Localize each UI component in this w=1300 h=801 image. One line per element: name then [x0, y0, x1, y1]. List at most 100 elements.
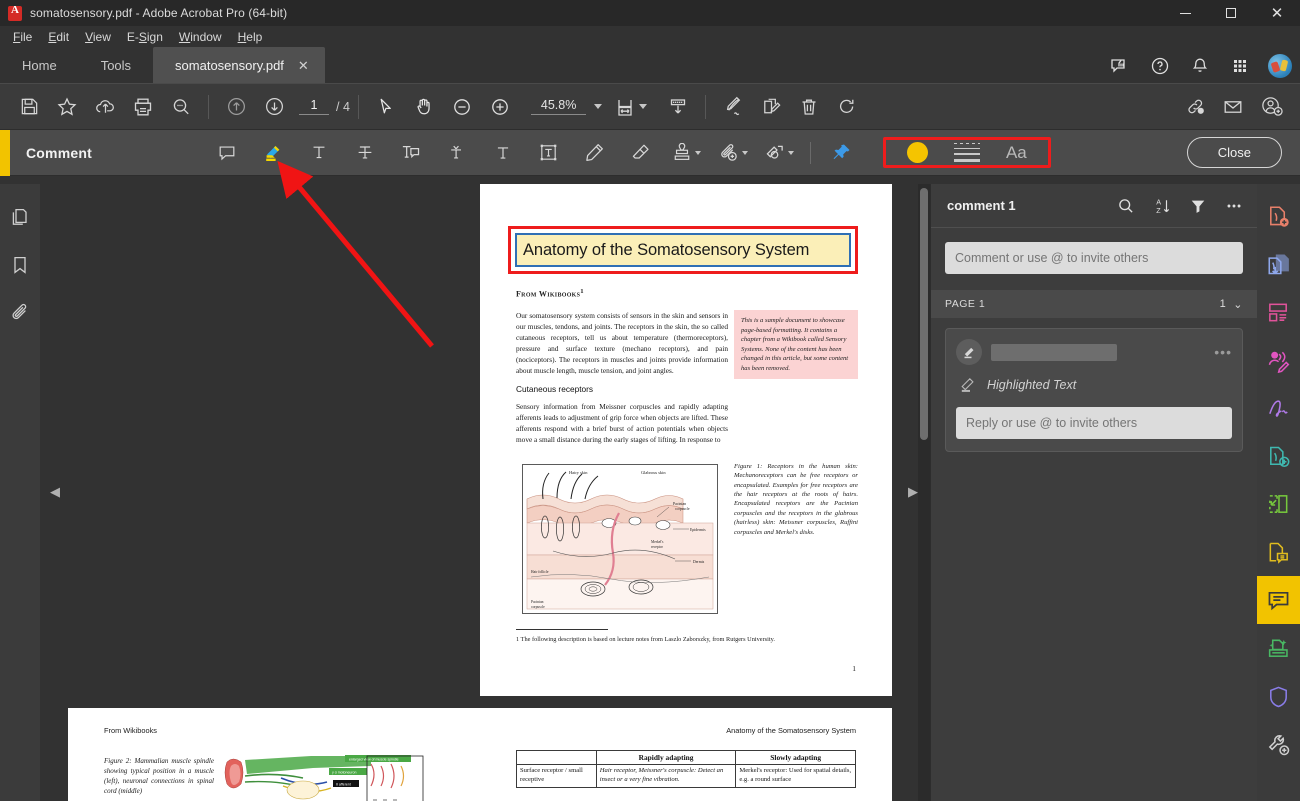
previous-page-icon[interactable]: [217, 88, 255, 126]
pin-toolbar-icon[interactable]: [819, 133, 865, 173]
organize-pages-icon[interactable]: [1257, 288, 1300, 336]
text-box-icon[interactable]: [526, 133, 572, 173]
chevron-down-icon[interactable]: [594, 104, 603, 109]
pdf-page-2-right[interactable]: Anatomy of the Somatosensory System Rapi…: [480, 708, 892, 801]
bookmarks-icon[interactable]: [3, 248, 37, 282]
menu-help[interactable]: Help: [231, 28, 270, 46]
comment-card[interactable]: ••• Highlighted Text: [945, 328, 1243, 452]
scroll-mode-icon[interactable]: [659, 88, 697, 126]
crop-pages-icon[interactable]: [1257, 480, 1300, 528]
search-comments-icon[interactable]: [1115, 195, 1137, 217]
close-comment-toolbar-button[interactable]: Close: [1186, 137, 1282, 168]
share-link-icon[interactable]: [1176, 88, 1214, 126]
comment-card-more-icon[interactable]: •••: [1214, 344, 1232, 360]
print-icon[interactable]: [124, 88, 162, 126]
comment-page-group-header[interactable]: PAGE 1 1 ⌄: [931, 290, 1257, 318]
viewer-scrollbar-thumb[interactable]: [920, 188, 928, 440]
sort-comments-icon[interactable]: A Z: [1151, 195, 1173, 217]
menu-esign[interactable]: E-Sign: [120, 28, 170, 46]
pdf-page-2-left[interactable]: From Wikibooks Figure 2: Mammalian muscl…: [68, 708, 480, 801]
drawing-chevron-icon[interactable]: [787, 150, 794, 155]
attachments-icon[interactable]: [3, 296, 37, 330]
tab-home[interactable]: Home: [0, 47, 79, 83]
add-note-to-replace-text-icon[interactable]: [388, 133, 434, 173]
help-icon[interactable]: [1148, 54, 1172, 78]
menu-view[interactable]: View: [78, 28, 118, 46]
sticky-note-icon[interactable]: [204, 133, 250, 173]
select-cursor-icon[interactable]: [367, 88, 405, 126]
zoom-control[interactable]: 45.8%: [530, 98, 603, 115]
chevron-down-icon[interactable]: ⌄: [1233, 298, 1243, 311]
menu-window[interactable]: Window: [172, 28, 229, 46]
underline-text-icon[interactable]: [296, 133, 342, 173]
feedback-icon[interactable]: [1108, 54, 1132, 78]
hand-tool-icon[interactable]: [405, 88, 443, 126]
new-comment-input[interactable]: [945, 242, 1243, 274]
draw-free-form-icon[interactable]: [572, 133, 618, 173]
comment-reply-input[interactable]: [956, 407, 1232, 439]
zoom-in-icon[interactable]: [481, 88, 519, 126]
create-pdf-icon[interactable]: [1257, 192, 1300, 240]
close-window-button[interactable]: ✕: [1254, 0, 1300, 26]
add-comment-page-icon[interactable]: [1257, 528, 1300, 576]
attach-chevron-icon[interactable]: [741, 150, 748, 155]
page-number-input[interactable]: [299, 98, 329, 115]
notifications-bell-icon[interactable]: [1188, 54, 1212, 78]
export-pdf-icon[interactable]: [1257, 240, 1300, 288]
insert-text-icon[interactable]: [434, 133, 480, 173]
fill-and-sign-icon[interactable]: [1257, 384, 1300, 432]
line-thickness-icon[interactable]: [953, 142, 980, 163]
erase-icon[interactable]: [618, 133, 664, 173]
next-page-arrow-icon[interactable]: ▶: [908, 484, 918, 500]
zoom-level-value[interactable]: 45.8%: [530, 98, 587, 115]
next-page-icon[interactable]: [255, 88, 293, 126]
star-icon[interactable]: [48, 88, 86, 126]
request-signature-icon[interactable]: [752, 88, 790, 126]
pdf-viewer[interactable]: Anatomy of the Somatosensory System From…: [40, 184, 930, 801]
upload-cloud-icon[interactable]: [86, 88, 124, 126]
document-title-annotation-box[interactable]: Anatomy of the Somatosensory System: [508, 226, 858, 274]
maximize-button[interactable]: [1208, 0, 1254, 26]
more-tools-icon[interactable]: [1257, 720, 1300, 768]
stamp-chevron-icon[interactable]: [695, 150, 702, 155]
zoom-out-icon[interactable]: [443, 88, 481, 126]
menu-file[interactable]: File: [6, 28, 39, 46]
title-bar: somatosensory.pdf - Adobe Acrobat Pro (6…: [0, 0, 1300, 26]
protect-icon[interactable]: [1257, 672, 1300, 720]
minimize-button[interactable]: [1162, 0, 1208, 26]
fit-page-chevron-icon[interactable]: [639, 104, 648, 109]
menu-edit[interactable]: Edit: [41, 28, 76, 46]
sign-icon[interactable]: [714, 88, 752, 126]
viewer-scrollbar[interactable]: [918, 184, 930, 801]
text-properties-icon[interactable]: Aa: [1006, 143, 1027, 163]
tab-tools[interactable]: Tools: [78, 47, 154, 83]
tab-document[interactable]: somatosensory.pdf ✕: [153, 47, 325, 83]
color-swatch-yellow[interactable]: [906, 142, 928, 163]
user-avatar[interactable]: [1268, 54, 1292, 78]
scan-and-ocr-icon[interactable]: [1257, 624, 1300, 672]
delete-icon[interactable]: [790, 88, 828, 126]
tab-close-icon[interactable]: ✕: [298, 59, 309, 72]
previous-page-arrow-icon[interactable]: ◀: [50, 484, 60, 500]
svg-text:Pacinian: Pacinian: [531, 600, 544, 604]
combine-files-icon[interactable]: [1257, 432, 1300, 480]
drawing-tools-icon[interactable]: [756, 133, 802, 173]
filter-comments-icon[interactable]: [1187, 195, 1209, 217]
page-thumbnails-icon[interactable]: [3, 200, 37, 234]
pdf-page-1[interactable]: Anatomy of the Somatosensory System From…: [480, 184, 892, 696]
search-icon[interactable]: [162, 88, 200, 126]
more-options-icon[interactable]: [1223, 195, 1245, 217]
add-text-comment-icon[interactable]: [480, 133, 526, 173]
redact-icon[interactable]: [1257, 336, 1300, 384]
add-person-icon[interactable]: [1252, 88, 1290, 126]
attach-file-icon[interactable]: [710, 133, 756, 173]
comment-panel-icon[interactable]: [1257, 576, 1300, 624]
document-title-highlight[interactable]: Anatomy of the Somatosensory System: [515, 233, 851, 267]
strikethrough-text-icon[interactable]: [342, 133, 388, 173]
email-icon[interactable]: [1214, 88, 1252, 126]
rotate-icon[interactable]: [828, 88, 866, 126]
save-icon[interactable]: [10, 88, 48, 126]
highlight-text-icon[interactable]: [250, 133, 296, 173]
stamp-icon[interactable]: [664, 133, 710, 173]
app-grid-icon[interactable]: [1228, 54, 1252, 78]
